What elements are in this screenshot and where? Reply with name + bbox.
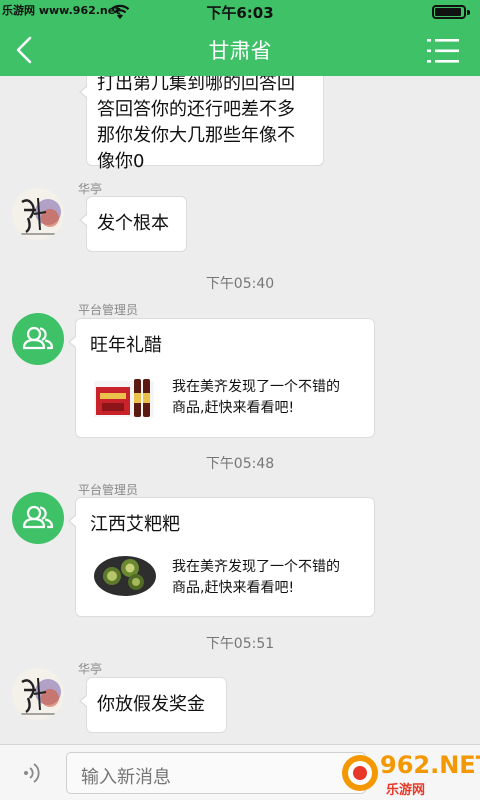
sender-name: 华亭 — [78, 662, 103, 676]
avatar[interactable] — [12, 188, 64, 240]
avatar[interactable] — [12, 668, 64, 720]
product-description-line: 我在美齐发现了一个不错的 — [172, 559, 340, 575]
product-description-line: 我在美齐发现了一个不错的 — [172, 379, 340, 395]
chat-list[interactable]: 打出第几集到哪的回答回 答回答你的还行吧差不多 那你发你大几那些年像不 像你0 … — [0, 76, 480, 744]
message-bubble[interactable]: 发个根本 — [79, 196, 187, 252]
calligraphy-avatar-icon — [12, 188, 64, 240]
product-description: 我在美齐发现了一个不错的 商品,赶快来看看吧! — [172, 377, 340, 419]
voice-icon[interactable] — [18, 761, 46, 785]
logo-badge-icon — [342, 755, 378, 791]
status-bar: 乐游网 www.962.net 下午6:03 — [0, 0, 480, 24]
timestamp: 下午05:51 — [205, 636, 275, 652]
product-title: 江西艾粑粑 — [90, 514, 180, 535]
group-users-icon — [22, 326, 54, 350]
sender-name: 华亭 — [78, 182, 103, 196]
product-card[interactable]: 旺年礼醋 我在美齐发现了一个不错的 商品,赶快来看看吧! — [68, 318, 375, 438]
message-text-line: 答回答你的还行吧差不多 — [97, 99, 295, 120]
product-thumbnail — [94, 379, 154, 417]
page-title: 甘肃省 — [208, 39, 272, 63]
battery-icon — [432, 5, 470, 19]
message-text-line: 那你发你大几那些年像不 — [97, 125, 295, 146]
nav-bar: 甘肃省 — [0, 24, 480, 76]
product-description-line: 商品,赶快来看看吧! — [172, 580, 295, 596]
product-thumbnail — [94, 556, 156, 596]
message-text-line: 像你0 — [97, 151, 145, 172]
logo-text: 962.NET — [380, 751, 480, 779]
logo-subtext: 乐游网 — [386, 783, 426, 798]
calligraphy-avatar-icon — [12, 668, 64, 720]
avatar[interactable] — [12, 492, 64, 544]
product-description: 我在美齐发现了一个不错的 商品,赶快来看看吧! — [172, 557, 340, 599]
sender-name: 平台管理员 — [78, 303, 139, 317]
sender-name: 平台管理员 — [78, 483, 139, 497]
message-text: 发个根本 — [97, 213, 169, 234]
product-card[interactable]: 江西艾粑粑 我在美齐发现了一个不错的 商品,赶快来看看吧! — [68, 497, 375, 617]
menu-list-icon[interactable] — [426, 36, 460, 66]
group-users-icon — [22, 505, 54, 529]
avatar[interactable] — [12, 313, 64, 365]
message-text-line: 打出第几集到哪的回答回 — [97, 76, 295, 94]
timestamp: 下午05:40 — [205, 276, 275, 292]
timestamp: 下午05:48 — [205, 456, 275, 472]
status-time: 下午6:03 — [206, 4, 274, 22]
message-bubble[interactable]: 你放假发奖金 — [79, 677, 227, 733]
message-input[interactable] — [66, 752, 366, 794]
product-title: 旺年礼醋 — [90, 335, 162, 356]
message-text: 你放假发奖金 — [97, 694, 205, 715]
product-description-line: 商品,赶快来看看吧! — [172, 400, 295, 416]
site-logo: 962.NET 乐游网 — [340, 749, 480, 798]
input-bar: 962.NET 乐游网 — [0, 744, 480, 800]
message-bubble[interactable]: 打出第几集到哪的回答回 答回答你的还行吧差不多 那你发你大几那些年像不 像你0 — [79, 76, 324, 172]
